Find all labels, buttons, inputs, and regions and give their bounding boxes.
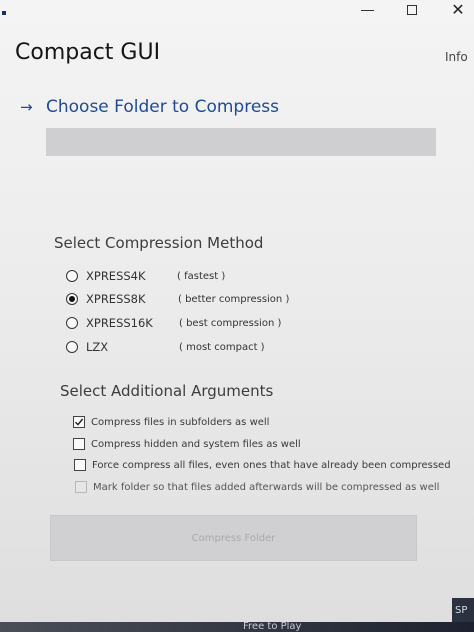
checkbox-label: Mark folder so that files added afterwar… [93, 481, 440, 493]
title-bar: ✕ [0, 0, 474, 20]
close-icon[interactable]: ✕ [443, 0, 473, 20]
additional-arguments-heading: Select Additional Arguments [60, 382, 274, 400]
arrow-right-icon: → [20, 98, 33, 116]
radio-label: XPRESS4K [86, 269, 146, 283]
choose-folder-label: Choose Folder to Compress [46, 97, 279, 117]
checkbox-label: Compress hidden and system files as well [91, 438, 301, 450]
compress-folder-label: Compress Folder [191, 532, 276, 544]
background-taskbar-text: Free to Play [243, 622, 302, 632]
app-title: Compact GUI [15, 40, 161, 65]
checkbox-label: Force compress all files, even ones that… [92, 459, 451, 471]
checkbox-mark-folder[interactable]: Mark folder so that files added afterwar… [75, 479, 439, 495]
checkbox-subfolders[interactable]: Compress files in subfolders as well [73, 414, 269, 430]
checkbox-force-compress[interactable]: Force compress all files, even ones that… [74, 457, 451, 473]
radio-button[interactable] [66, 270, 78, 282]
checkbox-hidden-system[interactable]: Compress hidden and system files as well [73, 436, 301, 452]
radio-xpress4k[interactable]: XPRESS4K ( fastest ) [66, 267, 225, 285]
radio-lzx[interactable]: LZX ( most compact ) [66, 338, 265, 356]
radio-button[interactable] [66, 293, 78, 305]
radio-label: XPRESS16K [86, 316, 153, 330]
radio-label: XPRESS8K [86, 292, 146, 306]
minimize-icon[interactable] [352, 0, 382, 20]
radio-description: ( best compression ) [179, 317, 282, 329]
checkmark-icon [75, 418, 84, 426]
checkbox[interactable] [73, 416, 85, 428]
choose-folder-button[interactable]: → Choose Folder to Compress [20, 96, 279, 118]
background-window-edge: SP [452, 598, 474, 622]
compression-method-heading: Select Compression Method [54, 234, 264, 252]
radio-description: ( better compression ) [178, 293, 290, 305]
radio-label: LZX [86, 340, 109, 354]
checkbox[interactable] [73, 438, 85, 450]
radio-description: ( fastest ) [177, 270, 226, 282]
checkbox[interactable] [75, 481, 87, 493]
radio-xpress16k[interactable]: XPRESS16K ( best compression ) [66, 314, 281, 332]
background-taskbar [0, 622, 474, 632]
radio-button[interactable] [66, 341, 78, 353]
radio-button[interactable] [66, 317, 78, 329]
radio-description: ( most compact ) [179, 341, 265, 353]
compress-folder-button[interactable]: Compress Folder [50, 515, 417, 561]
background-edge-text: SP [455, 605, 468, 616]
info-link[interactable]: Info [445, 50, 468, 64]
radio-xpress8k[interactable]: XPRESS8K ( better compression ) [66, 290, 289, 308]
compact-gui-window: ✕ Compact GUI Info → Choose Folder to Co… [0, 0, 474, 632]
checkbox[interactable] [74, 459, 86, 471]
selected-folder-path [46, 128, 436, 156]
maximize-icon[interactable] [397, 0, 427, 20]
checkbox-label: Compress files in subfolders as well [91, 416, 270, 428]
app-icon [2, 11, 6, 15]
